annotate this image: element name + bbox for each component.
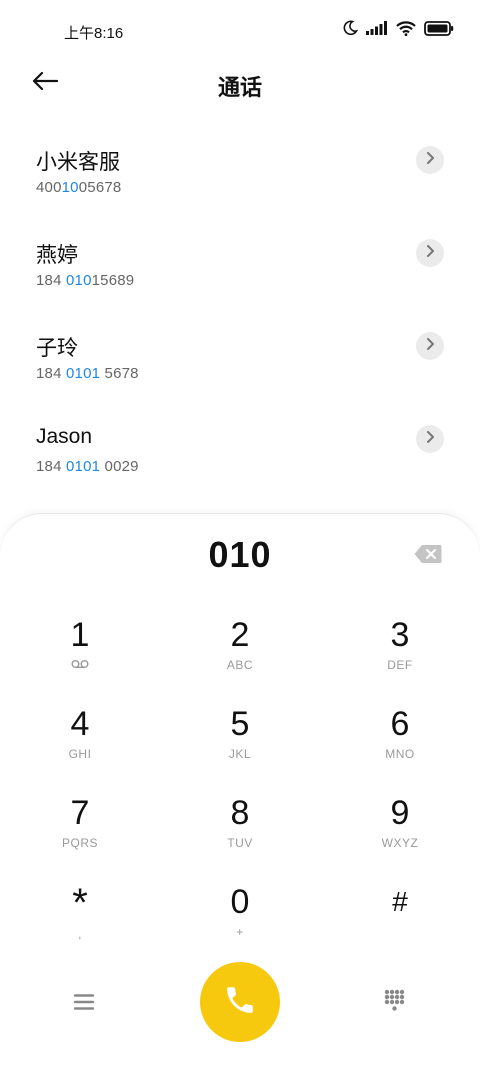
status-bar: 上午8:16 (0, 0, 480, 62)
menu-button[interactable] (72, 990, 96, 1014)
number-match-highlight: 0101 (66, 458, 101, 475)
chevron-right-icon (425, 430, 435, 448)
key-6[interactable]: 6 MNO (320, 703, 480, 792)
contact-name: Jason (36, 425, 93, 448)
key-3[interactable]: 3 DEF (320, 614, 480, 703)
contact-number: 184 0101 0029 (36, 458, 139, 475)
backspace-button[interactable] (414, 544, 442, 564)
contact-number: 4001005678 (36, 179, 122, 196)
chevron-right-icon (425, 151, 435, 169)
key-2[interactable]: 2 ABC (160, 614, 320, 703)
result-row[interactable]: 子玲 184 0101 5678 (0, 316, 480, 409)
dialpad-bottom-bar (0, 962, 480, 1042)
number-match-highlight: 010 (66, 272, 92, 289)
wifi-icon (396, 20, 416, 36)
contact-detail-button[interactable] (416, 425, 444, 453)
page-title: 通话 (217, 75, 262, 100)
signal-icon (366, 21, 388, 35)
contact-number: 184 01015689 (36, 272, 135, 289)
backspace-icon (414, 545, 442, 568)
key-hash[interactable]: # (320, 881, 480, 970)
voicemail-icon (71, 658, 89, 674)
contact-detail-button[interactable] (416, 239, 444, 267)
phone-icon (223, 983, 257, 1022)
key-5[interactable]: 5 JKL (160, 703, 320, 792)
dialed-number-display[interactable]: 010 (0, 534, 480, 576)
result-row[interactable]: Jason 184 0101 0029 (0, 409, 480, 502)
key-star[interactable]: * , (0, 881, 160, 970)
key-4[interactable]: 4 GHI (0, 703, 160, 792)
contact-detail-button[interactable] (416, 332, 444, 360)
result-row[interactable]: 小米客服 4001005678 (0, 130, 480, 223)
status-icons (342, 20, 454, 36)
number-match-highlight: 0101 (66, 365, 101, 382)
chevron-right-icon (425, 337, 435, 355)
key-9[interactable]: 9 WXYZ (320, 792, 480, 881)
menu-icon (72, 994, 96, 1018)
contact-name: 子玲 (36, 337, 78, 360)
contact-name: 小米客服 (36, 151, 120, 174)
key-1[interactable]: 1 (0, 614, 160, 703)
moon-icon (342, 20, 358, 36)
dialpad-keys: 1 2 ABC 3 DEF 4 GHI 5 JKL 6 MNO 7 PQRS 8… (0, 614, 480, 970)
contact-name: 燕婷 (36, 244, 78, 267)
dialpad-grid-icon (384, 989, 406, 1017)
key-7[interactable]: 7 PQRS (0, 792, 160, 881)
result-row[interactable]: 燕婷 184 01015689 (0, 223, 480, 316)
search-results: 小米客服 4001005678 燕婷 184 01015689 子玲 184 0… (0, 130, 480, 502)
dialpad-toggle-button[interactable] (384, 989, 406, 1013)
key-8[interactable]: 8 TUV (160, 792, 320, 881)
chevron-right-icon (425, 244, 435, 262)
contact-number: 184 0101 5678 (36, 365, 139, 382)
status-time: 上午8:16 (64, 25, 124, 42)
call-button[interactable] (200, 962, 280, 1042)
dialpad-sheet: 010 1 2 ABC 3 DEF 4 GHI 5 JKL 6 MNO 7 PQ… (0, 513, 480, 1066)
contact-detail-button[interactable] (416, 146, 444, 174)
header: 通话 (0, 62, 480, 106)
key-0[interactable]: 0 + (160, 881, 320, 970)
battery-icon (424, 20, 454, 36)
number-match-highlight: 10 (61, 179, 79, 196)
